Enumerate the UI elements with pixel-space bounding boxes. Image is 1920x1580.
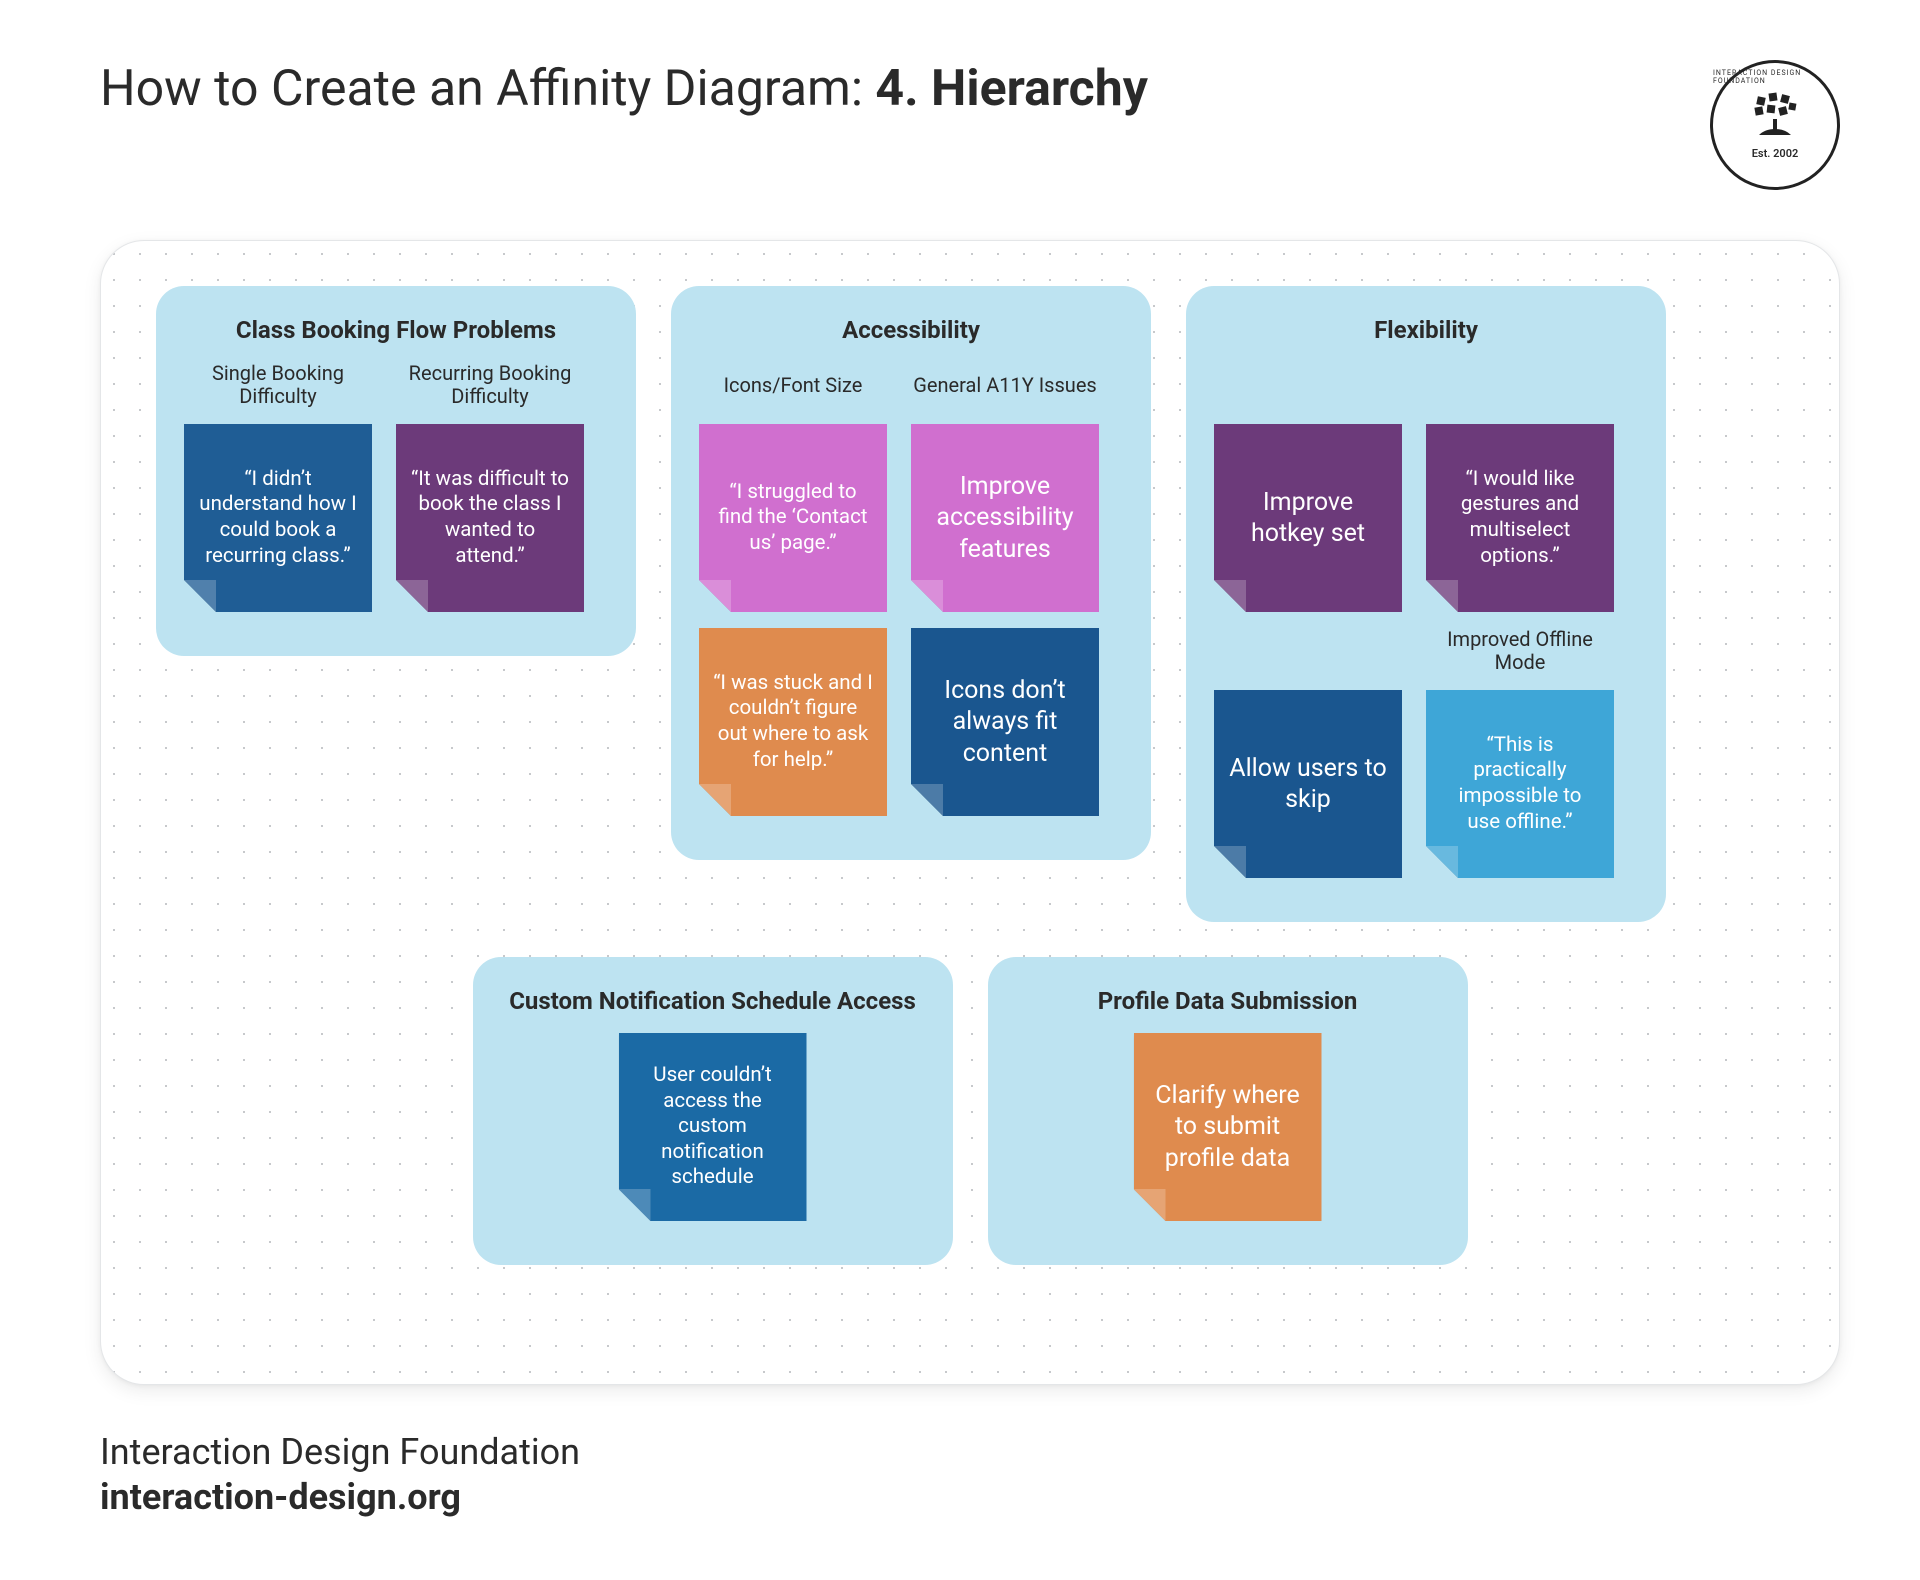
affinity-board: Class Booking Flow Problems Single Booki… bbox=[100, 240, 1840, 1385]
subgroup-label: General A11Y Issues bbox=[913, 362, 1097, 408]
header: How to Create an Affinity Diagram: 4. Hi… bbox=[100, 60, 1840, 190]
logo-ring-text: INTERACTION DESIGN FOUNDATION bbox=[1713, 69, 1837, 85]
sticky-note: Icons don’t always fit content bbox=[911, 628, 1099, 816]
accessibility-col-1: General A11Y Issues Improve accessibilit… bbox=[911, 362, 1099, 816]
subgroup-label: Single Booking Difficulty bbox=[184, 362, 372, 408]
sticky-note: Clarify where to submit profile data bbox=[1134, 1033, 1322, 1221]
flexibility-col-0: . Improve hotkey set . Allow users to sk… bbox=[1214, 362, 1402, 878]
idf-logo: INTERACTION DESIGN FOUNDATION Est. 2002 bbox=[1710, 60, 1840, 190]
cluster-title: Profile Data Submission bbox=[1016, 987, 1440, 1015]
cluster-title: Custom Notification Schedule Access bbox=[501, 987, 925, 1015]
footer-org: Interaction Design Foundation bbox=[100, 1430, 1840, 1475]
subgroup-label: Improved Offline Mode bbox=[1426, 628, 1614, 674]
cluster-booking: Class Booking Flow Problems Single Booki… bbox=[156, 286, 636, 656]
booking-col-0: Single Booking Difficulty “I didn’t unde… bbox=[184, 362, 372, 612]
booking-col-1: Recurring Booking Difficulty “It was dif… bbox=[396, 362, 584, 612]
tree-icon bbox=[1749, 91, 1801, 147]
sticky-note: “It was difficult to book the class I wa… bbox=[396, 424, 584, 612]
subgroup-label: Recurring Booking Difficulty bbox=[396, 362, 584, 408]
cluster-title: Accessibility bbox=[699, 316, 1123, 344]
cluster-accessibility: Accessibility Icons/Font Size “I struggl… bbox=[671, 286, 1151, 860]
cluster-notifications: Custom Notification Schedule Access User… bbox=[473, 957, 953, 1265]
sticky-note: Allow users to skip bbox=[1214, 690, 1402, 878]
footer: Interaction Design Foundation interactio… bbox=[100, 1430, 1840, 1520]
sticky-note: “This is practically impossible to use o… bbox=[1426, 690, 1614, 878]
cluster-title: Flexibility bbox=[1214, 316, 1638, 344]
cluster-flexibility: Flexibility . Improve hotkey set . Allow… bbox=[1186, 286, 1666, 922]
logo-est: Est. 2002 bbox=[1752, 147, 1799, 160]
page-title: How to Create an Affinity Diagram: 4. Hi… bbox=[100, 60, 1148, 118]
sticky-note: “I was stuck and I couldn’t figure out w… bbox=[699, 628, 887, 816]
sticky-note: User couldn’t access the custom notifica… bbox=[619, 1033, 807, 1221]
sticky-note: “I struggled to find the ‘Contact us’ pa… bbox=[699, 424, 887, 612]
title-step: 4. Hierarchy bbox=[875, 60, 1147, 118]
board-row-1: Class Booking Flow Problems Single Booki… bbox=[156, 286, 1784, 922]
accessibility-col-0: Icons/Font Size “I struggled to find the… bbox=[699, 362, 887, 816]
sticky-note: Improve hotkey set bbox=[1214, 424, 1402, 612]
sticky-note: “I didn’t understand how I could book a … bbox=[184, 424, 372, 612]
flexibility-col-1: . “I would like gestures and multiselect… bbox=[1426, 362, 1614, 878]
cluster-profile: Profile Data Submission Clarify where to… bbox=[988, 957, 1468, 1265]
sticky-note: Improve accessibility features bbox=[911, 424, 1099, 612]
title-prefix: How to Create an Affinity Diagram: bbox=[100, 60, 875, 118]
footer-url: interaction-design.org bbox=[100, 1475, 1840, 1520]
board-row-2: Custom Notification Schedule Access User… bbox=[156, 957, 1784, 1265]
cluster-title: Class Booking Flow Problems bbox=[184, 316, 608, 344]
subgroup-label: Icons/Font Size bbox=[724, 362, 863, 408]
sticky-note: “I would like gestures and multiselect o… bbox=[1426, 424, 1614, 612]
